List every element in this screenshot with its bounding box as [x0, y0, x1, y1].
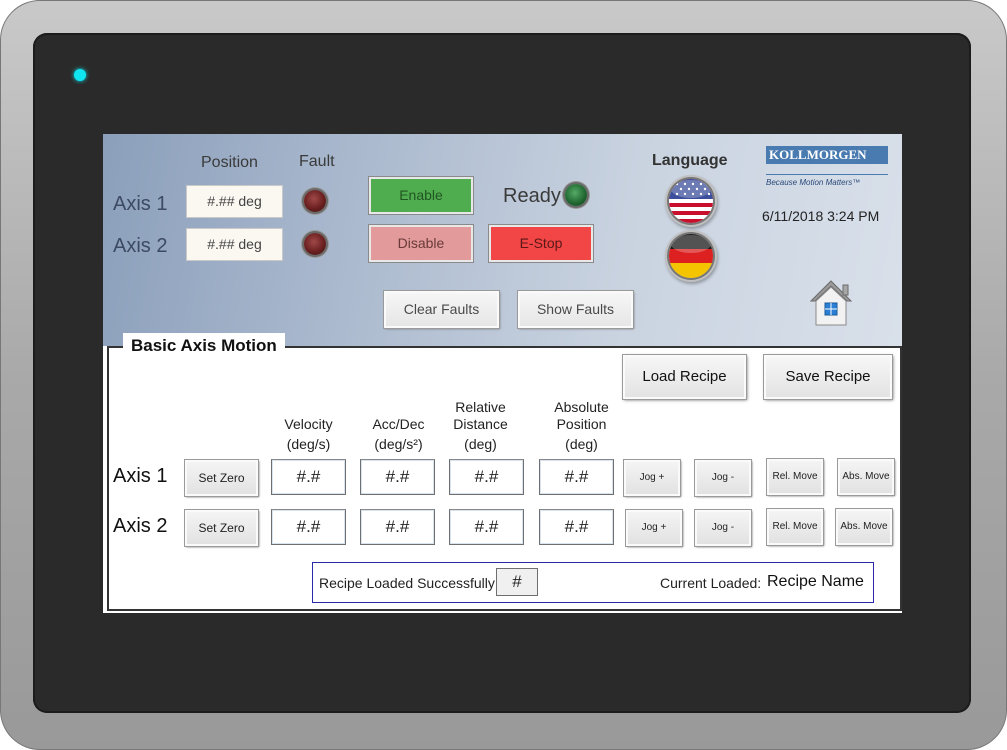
axis1-rel-move-button[interactable]: Rel. Move [766, 458, 824, 496]
ready-label: Ready [503, 185, 561, 207]
absolute-position-header: Absolute Position (deg) [554, 399, 609, 452]
status-header: Position Fault Axis 1 Axis 2 #.## deg #.… [103, 134, 902, 346]
panel-title: Basic Axis Motion [123, 333, 285, 356]
axis1-fault-indicator [304, 190, 326, 212]
axis2-row-label: Axis 2 [113, 515, 168, 537]
axis1-set-zero-button[interactable]: Set Zero [184, 459, 259, 497]
recipe-status-message: Recipe Loaded Successfully [319, 575, 495, 591]
axis1-velocity-input[interactable]: #.# [271, 459, 346, 495]
basic-axis-motion-panel: Basic Axis Motion Load Recipe Save Recip… [107, 333, 902, 611]
axis1-label: Axis 1 [113, 193, 168, 215]
us-flag-icon[interactable] [669, 179, 713, 223]
fault-header: Fault [299, 153, 335, 170]
clear-faults-button[interactable]: Clear Faults [383, 290, 500, 329]
axis2-position-display: #.## deg [186, 228, 283, 261]
save-recipe-button[interactable]: Save Recipe [763, 354, 893, 400]
disable-button[interactable]: Disable [368, 224, 474, 263]
axis1-accdec-input[interactable]: #.# [360, 459, 435, 495]
axis2-rel-move-button[interactable]: Rel. Move [766, 508, 824, 546]
axis1-absolute-position-input[interactable]: #.# [539, 459, 614, 495]
home-icon[interactable] [805, 277, 857, 329]
language-label: Language [652, 152, 728, 169]
show-faults-button[interactable]: Show Faults [517, 290, 634, 329]
axis1-jog-minus-button[interactable]: Jog - [694, 459, 752, 497]
axis1-abs-move-button[interactable]: Abs. Move [837, 458, 895, 496]
axis2-abs-move-button[interactable]: Abs. Move [835, 508, 893, 546]
enable-button[interactable]: Enable [368, 176, 474, 215]
position-header: Position [201, 154, 258, 171]
velocity-header: Velocity (deg/s) [284, 416, 333, 452]
load-recipe-button[interactable]: Load Recipe [622, 354, 747, 400]
axis1-jog-plus-button[interactable]: Jog + [623, 459, 681, 497]
ready-indicator [565, 184, 587, 206]
axis1-relative-distance-input[interactable]: #.# [449, 459, 524, 495]
axis2-jog-plus-button[interactable]: Jog + [625, 509, 683, 547]
datetime-display: 6/11/2018 3:24 PM [762, 208, 880, 224]
axis2-label: Axis 2 [113, 235, 168, 257]
axis2-jog-minus-button[interactable]: Jog - [694, 509, 752, 547]
axis1-row-label: Axis 1 [113, 465, 168, 487]
axis2-set-zero-button[interactable]: Set Zero [184, 509, 259, 547]
power-led [74, 69, 86, 81]
hmi-display: Position Fault Axis 1 Axis 2 #.## deg #.… [103, 134, 902, 613]
axis2-absolute-position-input[interactable]: #.# [539, 509, 614, 545]
axis1-position-display: #.## deg [186, 185, 283, 218]
recipe-number-display: # [496, 568, 538, 596]
recipe-status-box: Recipe Loaded Successfully # Current Loa… [312, 562, 874, 603]
axis2-accdec-input[interactable]: #.# [360, 509, 435, 545]
estop-button[interactable]: E-Stop [488, 224, 594, 263]
axis2-relative-distance-input[interactable]: #.# [449, 509, 524, 545]
accdec-header: Acc/Dec (deg/s²) [372, 416, 425, 452]
axis2-fault-indicator [304, 233, 326, 255]
relative-distance-header: Relative Distance (deg) [453, 399, 508, 452]
current-recipe-name: Recipe Name [767, 573, 864, 590]
kollmorgen-logo: KOLLMORGEN Because Motion Matters™ [766, 146, 888, 187]
logo-wordmark: KOLLMORGEN [766, 146, 888, 164]
current-loaded-label: Current Loaded: [660, 575, 762, 591]
logo-tagline: Because Motion Matters™ [766, 178, 861, 187]
german-flag-icon[interactable] [669, 234, 713, 278]
axis2-velocity-input[interactable]: #.# [271, 509, 346, 545]
